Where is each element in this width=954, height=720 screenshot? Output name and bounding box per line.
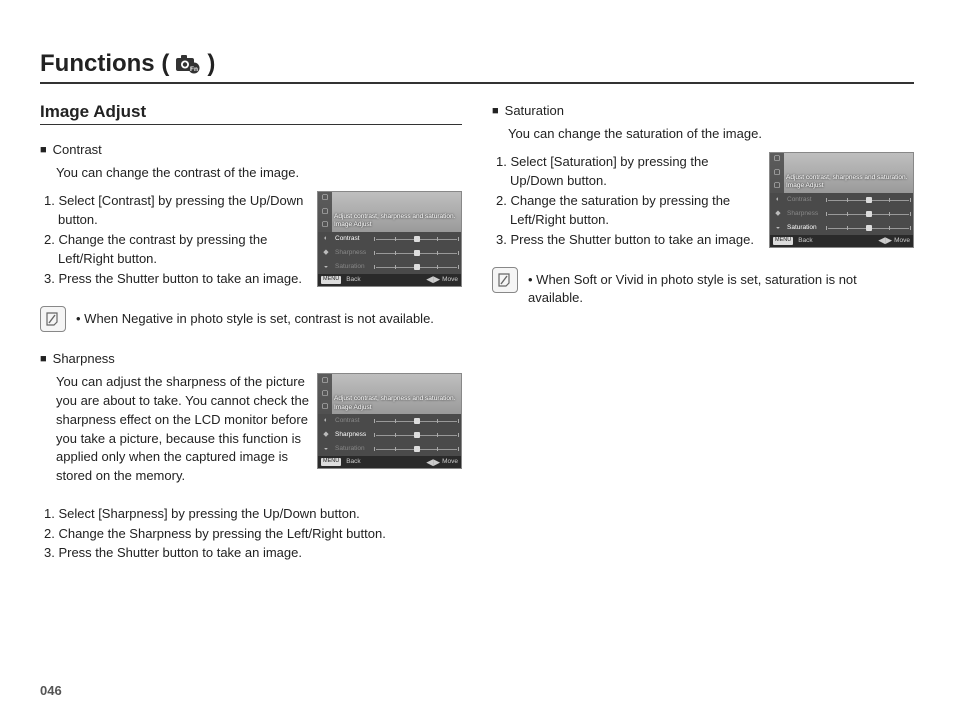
contrast-step-2: 2. Change the contrast by pressing the L… — [44, 230, 309, 269]
section-title: Image Adjust — [40, 102, 462, 125]
saturation-name: Saturation — [505, 102, 564, 121]
note-icon — [40, 306, 66, 332]
saturation-step-1: 1. Select [Saturation] by pressing the U… — [496, 152, 761, 191]
sharpness-block: ■ Sharpness You can adjust the sharpness… — [40, 350, 462, 562]
saturation-note-row: • When Soft or Vivid in photo style is s… — [492, 267, 914, 307]
saturation-step-3: 3. Press the Shutter button to take an i… — [496, 230, 761, 250]
left-column: Image Adjust ■ Contrast You can change t… — [40, 102, 462, 581]
contrast-desc: You can change the contrast of the image… — [56, 164, 462, 183]
saturation-desc: You can change the saturation of the ima… — [508, 125, 914, 144]
sharpness-steps: 1. Select [Sharpness] by pressing the Up… — [44, 504, 462, 563]
saturation-steps: 1. Select [Saturation] by pressing the U… — [496, 152, 761, 250]
svg-text:Fn: Fn — [190, 66, 198, 73]
sharpness-step-2: 2. Change the Sharpness by pressing the … — [44, 524, 462, 544]
thumb-overlay-2: Image Adjust — [334, 221, 455, 229]
sharpness-step-3: 3. Press the Shutter button to take an i… — [44, 543, 462, 563]
page-title: Functions ( Fn ) — [40, 50, 914, 84]
thumb-side-icons: ▢▢▢ — [318, 192, 332, 232]
sharpness-name: Sharpness — [53, 350, 115, 369]
contrast-block: ■ Contrast You can change the contrast o… — [40, 141, 462, 288]
sharpness-desc: You can adjust the sharpness of the pict… — [56, 373, 309, 486]
contrast-step-3: 3. Press the Shutter button to take an i… — [44, 269, 309, 289]
thumb-overlay-1: Adjust contrast, sharpness and saturatio… — [334, 213, 455, 221]
contrast-step-1: 1. Select [Contrast] by pressing the Up/… — [44, 191, 309, 230]
saturation-block: ■ Saturation You can change the saturati… — [492, 102, 914, 249]
bullet-icon: ■ — [492, 102, 499, 120]
note-icon — [492, 267, 518, 293]
thumb-side-icons: ▢▢▢ — [318, 374, 332, 414]
contrast-note-row: • When Negative in photo style is set, c… — [40, 306, 462, 332]
sharpness-step-1: 1. Select [Sharpness] by pressing the Up… — [44, 504, 462, 524]
contrast-steps: 1. Select [Contrast] by pressing the Up/… — [44, 191, 309, 289]
saturation-screenshot: ▢▢▢ Adjust contrast, sharpness and satur… — [769, 152, 914, 248]
title-suffix: ) — [207, 50, 215, 78]
saturation-step-2: 2. Change the saturation by pressing the… — [496, 191, 761, 230]
bullet-icon: ■ — [40, 350, 47, 368]
page-number: 046 — [40, 683, 62, 698]
thumb-side-icons: ▢▢▢ — [770, 153, 784, 193]
bullet-icon: ■ — [40, 141, 47, 159]
right-column: ■ Saturation You can change the saturati… — [492, 102, 914, 581]
saturation-note: • When Soft or Vivid in photo style is s… — [528, 267, 914, 307]
sharpness-screenshot: ▢▢▢ Adjust contrast, sharpness and satur… — [317, 373, 462, 469]
title-prefix: Functions ( — [40, 50, 169, 78]
contrast-name: Contrast — [53, 141, 102, 160]
contrast-screenshot: ▢▢▢ Adjust contrast, sharpness and satur… — [317, 191, 462, 287]
contrast-note: • When Negative in photo style is set, c… — [76, 306, 434, 328]
camera-fn-icon: Fn — [175, 54, 201, 74]
